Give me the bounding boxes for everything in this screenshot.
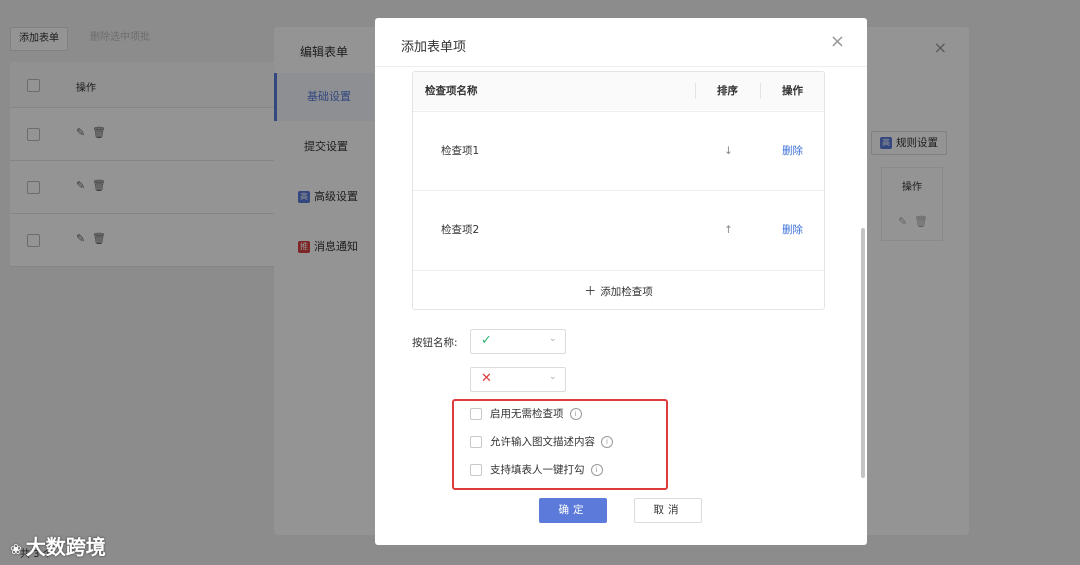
check-item-name: 检查项2	[441, 224, 480, 236]
modal-title: 添加表单项	[401, 40, 467, 55]
scrollbar-thumb[interactable]	[861, 228, 865, 478]
cancel-button[interactable]: 取消	[634, 498, 702, 523]
check-item-name: 检查项1	[441, 145, 480, 157]
chevron-down-icon: ⌄	[549, 334, 557, 344]
column-header-name: 检查项名称	[425, 72, 478, 110]
check-icon: ✓	[481, 333, 492, 348]
column-divider	[695, 83, 696, 99]
column-header-sort: 排序	[717, 72, 738, 110]
watermark-logo: ❀ 大数跨境	[10, 531, 106, 560]
delete-link[interactable]: 删除	[782, 191, 803, 270]
cancel-icon-select[interactable]: ✕ ⌄	[470, 367, 566, 392]
confirm-icon-select[interactable]: ✓ ⌄	[470, 329, 566, 354]
highlight-box	[452, 399, 668, 490]
column-divider	[760, 83, 761, 99]
cross-icon: ✕	[481, 371, 492, 386]
close-icon[interactable]: ×	[830, 31, 845, 52]
column-header-action: 操作	[782, 72, 803, 110]
add-check-item-label: 添加检查项	[600, 286, 653, 298]
logo-icon: ❀	[10, 542, 22, 558]
watermark-text: 大数跨境	[25, 535, 106, 559]
button-name-label: 按钮名称:	[412, 337, 458, 349]
check-items-table: 检查项名称 排序 操作 检查项1 ↓ 删除 检查项2 ↑ 删除 ＋添加检查项	[412, 71, 825, 310]
table-row: 检查项1 ↓ 删除	[413, 111, 824, 191]
delete-link[interactable]: 删除	[782, 112, 803, 191]
title-divider	[375, 66, 867, 67]
confirm-button[interactable]: 确定	[539, 498, 607, 523]
add-check-item-button[interactable]: ＋添加检查项	[413, 270, 824, 311]
plus-icon: ＋	[584, 284, 597, 298]
table-row: 检查项2 ↑ 删除	[413, 190, 824, 270]
arrow-up-icon[interactable]: ↑	[724, 191, 733, 270]
chevron-down-icon: ⌄	[549, 372, 557, 382]
arrow-down-icon[interactable]: ↓	[724, 112, 733, 191]
